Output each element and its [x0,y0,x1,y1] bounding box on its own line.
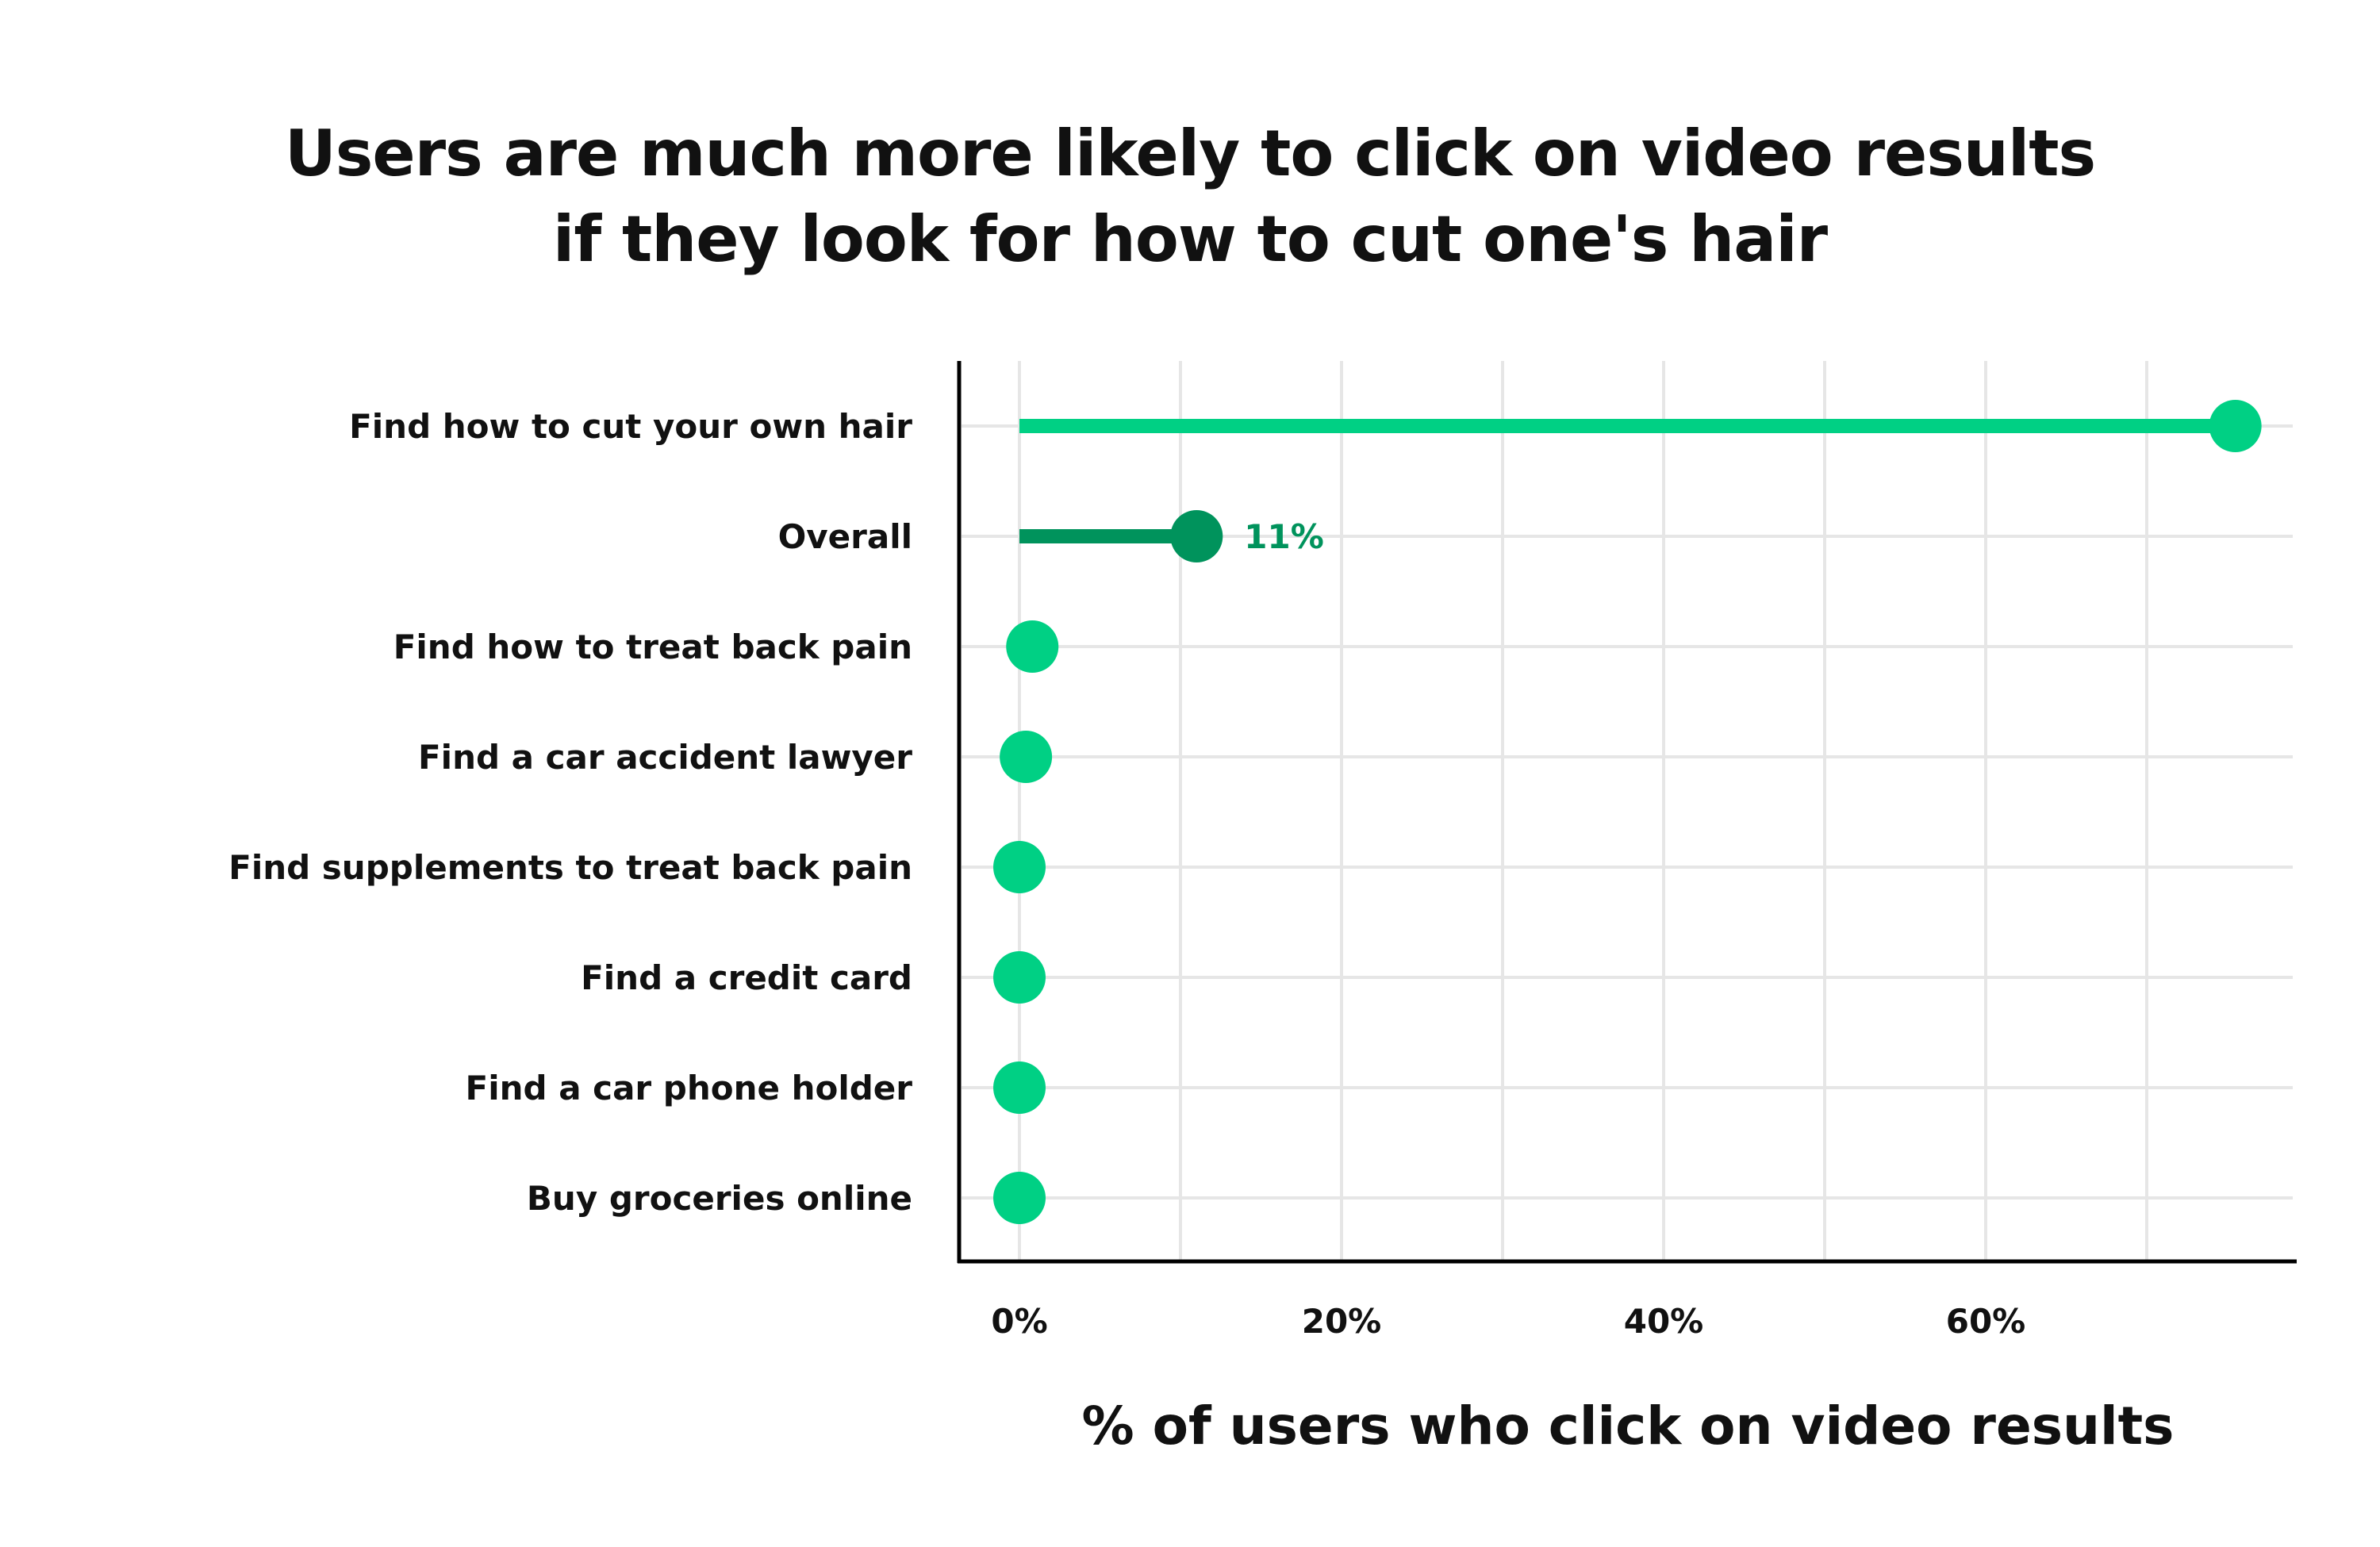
lollipop-dot [993,841,1046,893]
lollipop-dot [993,1061,1046,1114]
category-label: Overall [778,517,912,556]
grid-lines [962,361,2293,1261]
x-axis-title: % of users who click on video results [1082,1395,2175,1457]
lollipop-dot [1006,620,1059,673]
lollipop-dot [1000,731,1053,783]
x-tick-label: 0% [991,1302,1047,1341]
category-label: Find how to cut your own hair [349,407,912,446]
category-label: Buy groceries online [527,1179,912,1218]
lollipop-dot [1170,510,1223,562]
category-label: Find a car accident lawyer [418,738,912,777]
data-label: 11% [1244,517,1324,556]
axes [957,361,2297,1264]
category-label: Find how to treat back pain [393,628,912,666]
category-label: Find supplements to treat back pain [228,848,912,887]
lollipop-dot [993,951,1046,1004]
x-tick-labels: 0% 20% 40% 60% [991,1302,2025,1341]
data-marks: 11% [993,400,2262,1224]
x-tick-label: 40% [1624,1302,1704,1341]
category-label: Find a credit card [581,958,912,997]
category-labels: Find how to cut your own hair Overall Find… [228,407,912,1218]
x-tick-label: 60% [1946,1302,2026,1341]
lollipop-chart: 11% Find how to cut your own hair Overall… [228,361,2297,1457]
lollipop-dot [2209,400,2262,452]
lollipop-dot [993,1172,1046,1224]
category-label: Find a car phone holder [466,1069,913,1107]
x-tick-label: 20% [1302,1302,1382,1341]
